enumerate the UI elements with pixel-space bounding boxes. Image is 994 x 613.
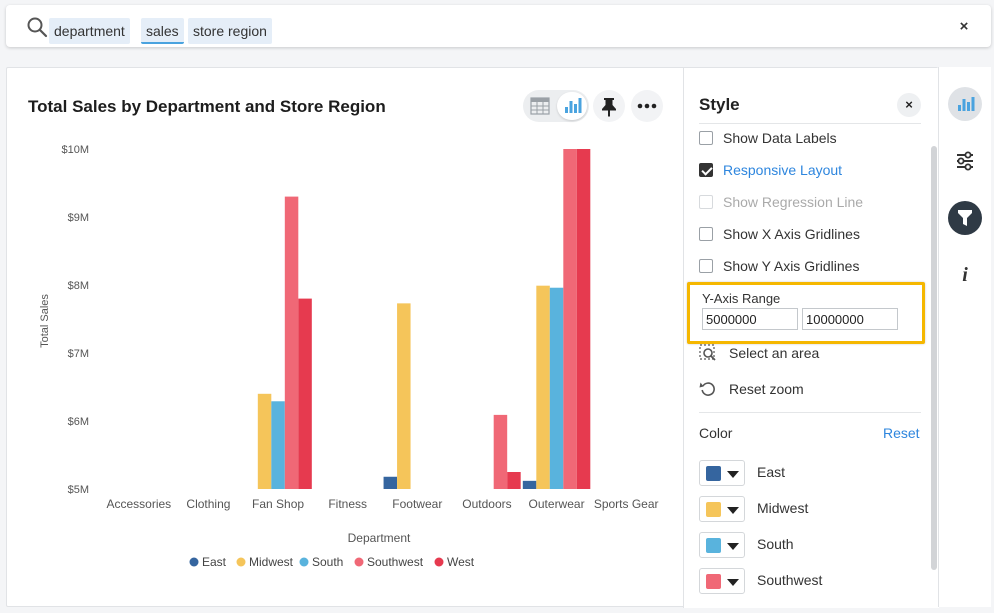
search-token-sales[interactable]: sales [141, 18, 184, 44]
checkbox[interactable] [699, 259, 713, 273]
caret-down-icon [727, 579, 739, 586]
rail-filter-button[interactable] [948, 201, 982, 235]
x-axis-label: Department [348, 531, 411, 545]
bar-southwest-outdoors [493, 414, 508, 489]
bar-midwest-footwear [397, 303, 411, 489]
legend-label: South [312, 555, 343, 569]
search-icon [27, 17, 48, 38]
search-token-store-region[interactable]: store region [188, 18, 272, 44]
option-label: Show Data Labels [723, 130, 837, 146]
chart-icon [958, 97, 975, 111]
bar-south-outerwear [549, 287, 564, 489]
caret-down-icon [727, 507, 739, 514]
x-tick-label: Sports Gear [594, 497, 659, 511]
y-tick-label: $5M [68, 484, 89, 496]
color-swatch [706, 502, 721, 517]
panel-close-button[interactable]: × [897, 93, 921, 117]
search-bar[interactable]: department sales store region × [6, 5, 991, 47]
option-label: Show Y Axis Gridlines [723, 258, 860, 274]
style-panel: Style × Show Data Labels Responsive Layo… [683, 68, 939, 608]
legend-marker [189, 557, 199, 567]
color-reset-link[interactable]: Reset [883, 425, 920, 441]
y-axis-max-input[interactable] [802, 308, 898, 330]
x-tick-label: Fitness [328, 497, 367, 511]
bar-chart: $5M $6M $7M $8M $9M $10M Total Sales Accessorie… [39, 144, 659, 569]
caret-down-icon [727, 471, 739, 478]
x-tick-label: Fan Shop [252, 497, 304, 511]
color-swatch [706, 574, 721, 589]
checkbox[interactable] [699, 131, 713, 145]
caret-down-icon [727, 543, 739, 550]
legend-label: West [447, 555, 475, 569]
bar-southwest-fan-shop [284, 196, 299, 489]
bar-midwest-outerwear [536, 285, 550, 489]
search-clear-button[interactable]: × [953, 16, 975, 38]
rail-chart-button[interactable] [948, 87, 982, 121]
color-swatch [706, 466, 721, 481]
bar-west-outerwear [576, 149, 591, 489]
x-tick-label: Clothing [186, 497, 230, 511]
select-area-label: Select an area [729, 345, 820, 361]
color-series-label: Midwest [757, 500, 809, 516]
y-tick-label: $10M [61, 144, 89, 156]
y-axis-range-label: Y-Axis Range [702, 291, 781, 306]
y-tick-label: $7M [68, 348, 89, 360]
color-picker[interactable] [699, 460, 745, 486]
bar-west-fan-shop [298, 298, 312, 489]
settings-sliders-icon [957, 151, 973, 171]
search-token-department[interactable]: department [49, 18, 130, 44]
zoom-select-icon [699, 344, 716, 361]
y-tick-label: $8M [68, 280, 89, 292]
legend-marker [299, 557, 309, 567]
bar-southwest-outerwear [563, 149, 577, 489]
y-axis-label: Total Sales [39, 294, 51, 348]
rail-info-button[interactable]: i [948, 258, 982, 292]
x-tick-label: Outerwear [529, 497, 585, 511]
y-axis-range-section: Y-Axis Range [687, 282, 925, 344]
color-series-label: East [757, 464, 786, 480]
x-tick-label: Outdoors [462, 497, 511, 511]
answer-card: Total Sales by Department and Store Regi… [6, 67, 939, 608]
bar-south-fan-shop [271, 401, 285, 489]
filter-funnel-icon [958, 210, 972, 226]
option-label: Responsive Layout [723, 162, 843, 178]
bar-east-footwear [383, 476, 398, 489]
legend-marker [434, 557, 444, 567]
bar-west-outdoors [507, 472, 521, 489]
bar-midwest-fan-shop [257, 393, 272, 489]
right-rail: i [938, 67, 991, 607]
x-tick-label: Accessories [106, 497, 171, 511]
bar-east-outerwear [522, 480, 537, 489]
panel-divider [699, 123, 921, 124]
panel-scrollbar[interactable] [931, 146, 937, 570]
x-tick-label: Footwear [392, 497, 442, 511]
legend-marker [236, 557, 246, 567]
color-series-label: South [757, 536, 794, 552]
reset-icon [699, 382, 715, 396]
option-label: Show Regression Line [723, 194, 864, 210]
color-swatch [706, 538, 721, 553]
color-series-label: Southwest [757, 572, 823, 588]
legend-label: Midwest [249, 555, 294, 569]
rail-settings-button[interactable] [948, 144, 982, 178]
y-tick-label: $6M [68, 416, 89, 428]
legend-label: East [202, 555, 227, 569]
y-tick-label: $9M [68, 212, 89, 224]
reset-zoom-label: Reset zoom [729, 381, 804, 397]
color-picker[interactable] [699, 496, 745, 522]
color-picker[interactable] [699, 568, 745, 594]
checkbox-checked[interactable] [699, 163, 713, 177]
panel-title: Style [699, 95, 740, 114]
checkbox[interactable] [699, 227, 713, 241]
legend-label: Southwest [367, 555, 424, 569]
option-label: Show X Axis Gridlines [723, 226, 860, 242]
y-axis-min-input[interactable] [702, 308, 798, 330]
panel-divider [699, 412, 921, 413]
checkbox-disabled [699, 195, 713, 209]
color-section-label: Color [699, 425, 733, 441]
legend-marker [354, 557, 364, 567]
color-picker[interactable] [699, 532, 745, 558]
